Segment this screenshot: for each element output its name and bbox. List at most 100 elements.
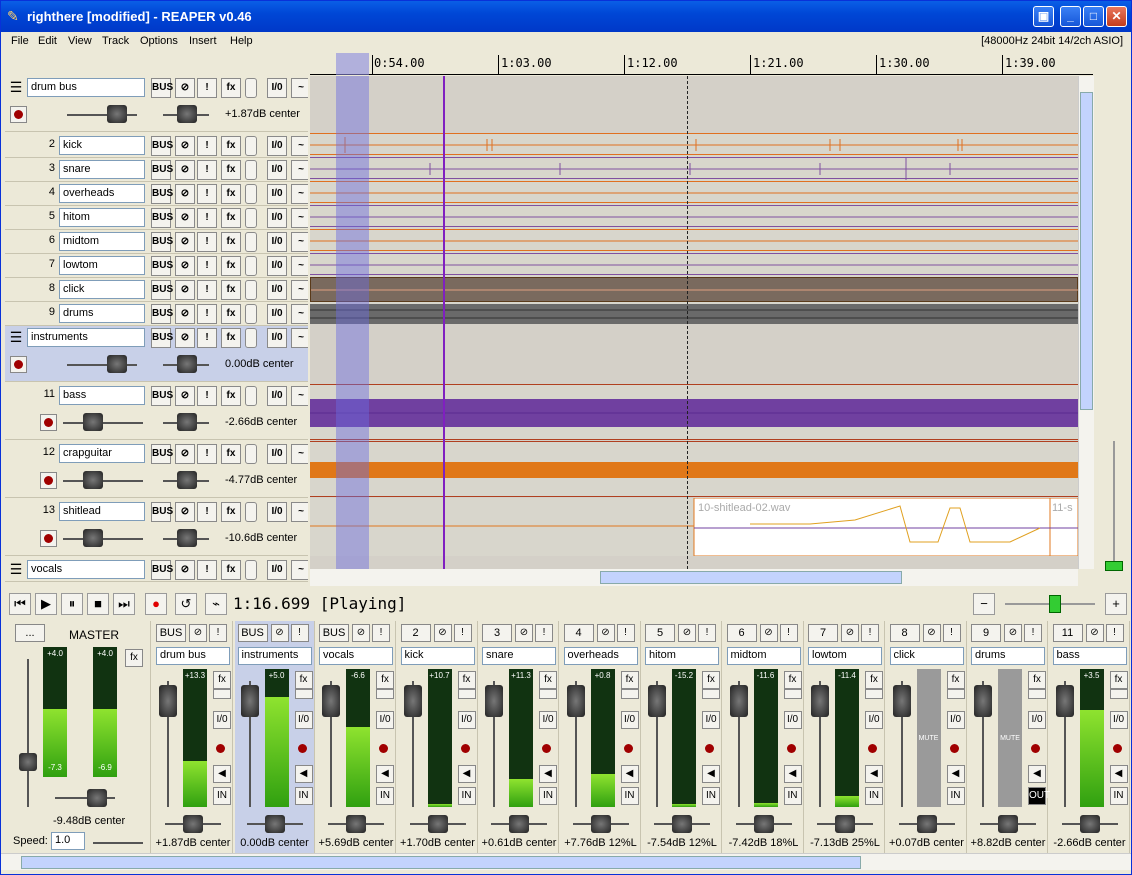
solo-button[interactable]: !	[616, 624, 635, 642]
track-io-button[interactable]: I/0	[267, 560, 287, 580]
speaker-icon[interactable]: ◀	[946, 765, 965, 783]
track-rec-arm-button[interactable]	[245, 560, 257, 580]
strip-name[interactable]: snare	[482, 647, 556, 665]
strip-fx-button[interactable]: fx	[783, 671, 802, 689]
strip-tag[interactable]: 7	[808, 624, 838, 642]
strip-fader-knob[interactable]	[811, 685, 829, 717]
speaker-icon[interactable]: ◀	[213, 765, 231, 783]
phase-icon[interactable]: ⊘	[352, 624, 370, 642]
strip-fx-toggle[interactable]	[539, 689, 557, 699]
phase-icon[interactable]: ⊘	[515, 624, 533, 642]
track-env-button[interactable]: ~	[291, 256, 308, 276]
record-arm-icon[interactable]	[539, 741, 556, 758]
strip-fx-button[interactable]: fx	[294, 671, 313, 689]
record-arm-icon[interactable]	[702, 741, 719, 758]
volume-knob[interactable]	[107, 355, 127, 373]
phase-icon[interactable]: ⊘	[759, 624, 778, 642]
strip-name[interactable]: midtom	[726, 647, 801, 665]
speaker-icon[interactable]: ◀	[783, 765, 802, 783]
track-fx-button[interactable]: fx	[221, 560, 241, 580]
lane-snare[interactable]	[310, 157, 1078, 180]
track-rec-arm-button[interactable]	[245, 136, 257, 156]
track-phase-button[interactable]: ⊘	[175, 136, 195, 156]
strip-fx-button[interactable]: fx	[1028, 671, 1046, 689]
arrange-view[interactable]: 10-shitlead-02.wav 11-s	[310, 76, 1078, 569]
record-arm-icon[interactable]	[1028, 741, 1045, 758]
speaker-icon[interactable]: ◀	[702, 765, 720, 783]
monitor-button[interactable]: IN	[865, 787, 883, 805]
track-solo-button[interactable]: !	[197, 136, 217, 156]
track-bus-button[interactable]: BUS	[151, 208, 173, 228]
track-row[interactable]: 2 kick BUS ⊘! fx I/0 ~	[5, 134, 308, 158]
track-env-button[interactable]: ~	[291, 78, 308, 98]
volume-knob[interactable]	[83, 471, 103, 489]
strip-name[interactable]: vocals	[319, 647, 393, 665]
track-name-field[interactable]: click	[59, 280, 145, 299]
track-env-button[interactable]: ~	[291, 280, 308, 300]
record-arm-icon[interactable]	[784, 741, 801, 758]
track-env-button[interactable]: ~	[291, 444, 308, 464]
strip-pan-knob[interactable]	[998, 815, 1018, 833]
track-bus-button[interactable]: BUS	[151, 560, 173, 580]
record-arm-icon[interactable]	[621, 741, 638, 758]
strip-pan-knob[interactable]	[835, 815, 855, 833]
lane-crapguitar[interactable]	[310, 441, 1078, 497]
track-name-field[interactable]: drums	[59, 304, 145, 323]
arrange-horizontal-scrollbar[interactable]	[310, 569, 1078, 586]
strip-tag[interactable]: 11	[1052, 624, 1083, 642]
timeline-ruler[interactable]: 0:54.00 1:03.00 1:12.00 1:21.00 1:30.00 …	[310, 53, 1093, 75]
track-rec-arm-button[interactable]	[245, 256, 257, 276]
solo-button[interactable]: !	[372, 624, 390, 642]
track-env-button[interactable]: ~	[291, 160, 308, 180]
restore-icon[interactable]: ▣	[1033, 6, 1054, 27]
strip-tag[interactable]: BUS	[156, 624, 186, 642]
strip-fx-toggle[interactable]	[294, 689, 313, 699]
strip-io-button[interactable]: I/0	[865, 711, 883, 729]
strip-fader-knob[interactable]	[403, 685, 422, 717]
folder-icon[interactable]: ☰	[7, 79, 25, 95]
track-env-button[interactable]: ~	[291, 232, 308, 252]
track-io-button[interactable]: I/0	[267, 136, 287, 156]
track-phase-button[interactable]: ⊘	[175, 560, 195, 580]
folder-icon[interactable]: ☰	[7, 329, 25, 345]
zoom-out-button[interactable]: −	[973, 593, 995, 615]
track-phase-button[interactable]: ⊘	[175, 328, 195, 348]
monitor-button[interactable]: IN	[294, 787, 313, 805]
track-fx-button[interactable]: fx	[221, 386, 241, 406]
volume-slider[interactable]	[63, 480, 143, 482]
track-solo-button[interactable]: !	[197, 232, 217, 252]
vertical-zoom-slider[interactable]	[1099, 441, 1129, 571]
minimize-button[interactable]: _	[1060, 6, 1081, 27]
close-button[interactable]: ✕	[1106, 6, 1127, 27]
solo-button[interactable]: !	[1024, 624, 1042, 642]
track-io-button[interactable]: I/0	[267, 502, 287, 522]
speed-input[interactable]: 1.0	[51, 832, 85, 850]
strip-fader-knob[interactable]	[974, 685, 992, 717]
monitor-button[interactable]: IN	[1109, 787, 1128, 805]
go-to-start-button[interactable]: ⏮	[9, 593, 31, 615]
monitor-button[interactable]: IN	[539, 787, 557, 805]
lane-lowtom[interactable]	[310, 253, 1078, 275]
strip-fx-toggle[interactable]	[1028, 689, 1046, 699]
track-row[interactable]: 5 hitom BUS ⊘! fx I/0 ~	[5, 206, 308, 230]
repeat-toggle-icon[interactable]: ↺	[175, 593, 197, 615]
track-solo-button[interactable]: !	[197, 386, 217, 406]
strip-fx-toggle[interactable]	[702, 689, 720, 699]
track-env-button[interactable]: ~	[291, 502, 308, 522]
record-arm-icon[interactable]	[865, 741, 882, 758]
track-io-button[interactable]: I/0	[267, 232, 287, 252]
track-io-button[interactable]: I/0	[267, 444, 287, 464]
speed-slider[interactable]	[93, 842, 143, 844]
speaker-icon[interactable]: ◀	[294, 765, 313, 783]
solo-button[interactable]: !	[209, 624, 227, 642]
solo-button[interactable]: !	[942, 624, 961, 642]
master-fx-button[interactable]: fx	[125, 649, 143, 667]
solo-button[interactable]: !	[698, 624, 716, 642]
strip-fx-toggle[interactable]	[865, 689, 883, 699]
track-fx-button[interactable]: fx	[221, 280, 241, 300]
strip-pan-knob[interactable]	[1079, 815, 1100, 833]
track-solo-button[interactable]: !	[197, 304, 217, 324]
strip-fx-button[interactable]: fx	[620, 671, 639, 689]
mixer-horizontal-scrollbar[interactable]	[1, 853, 1131, 870]
phase-icon[interactable]: ⊘	[1085, 624, 1104, 642]
